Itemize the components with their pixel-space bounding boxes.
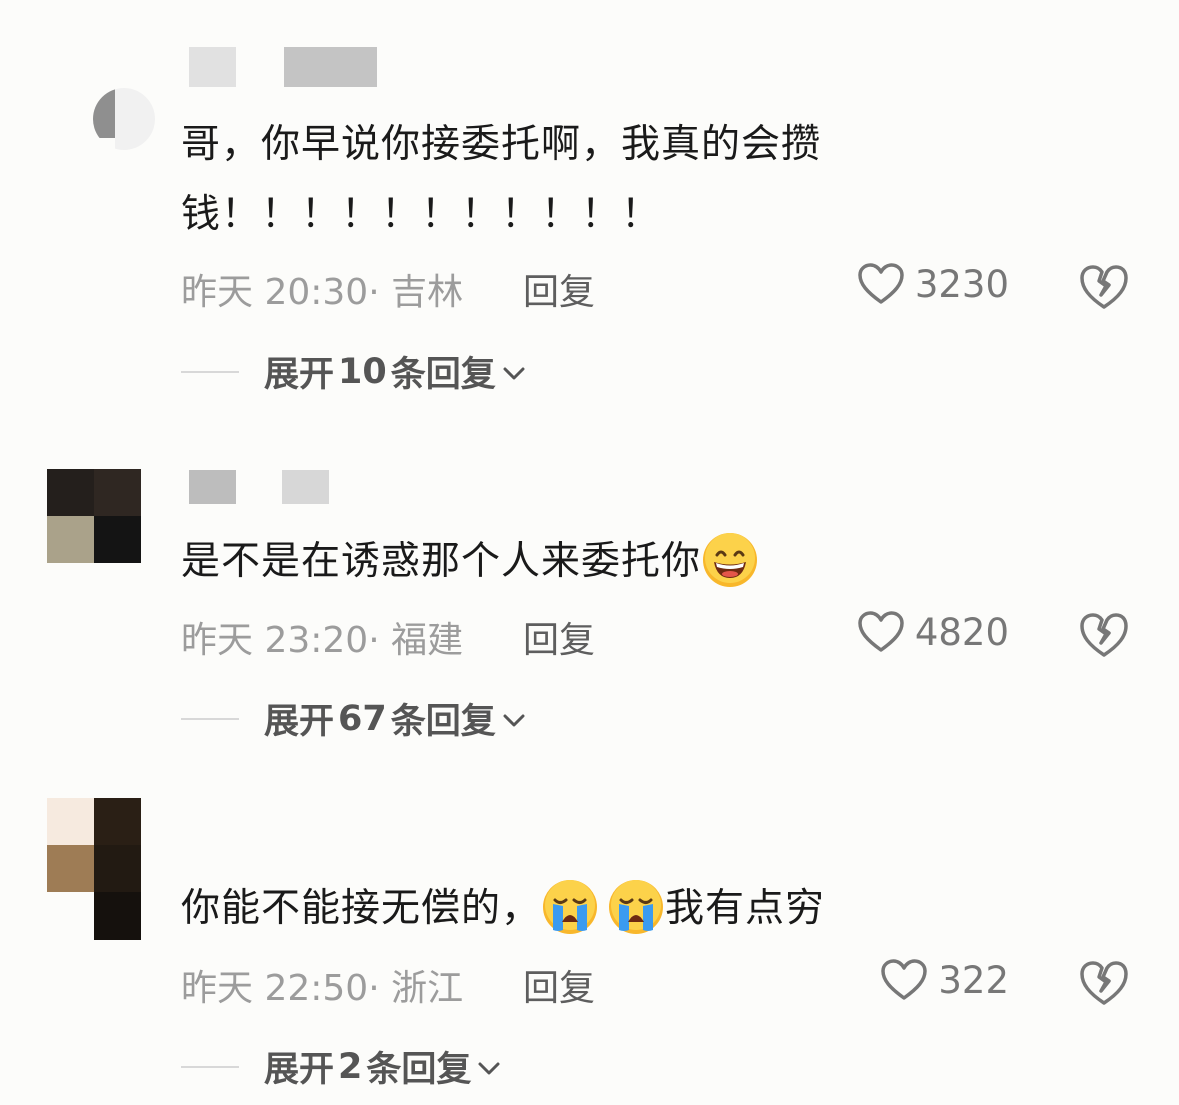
avatar[interactable] (47, 469, 141, 563)
avatar[interactable] (93, 88, 155, 150)
comment-meta: 昨天 23:20· 福建 (181, 620, 464, 661)
loudly-crying-face-emoji (609, 879, 664, 934)
comment-meta: 昨天 22:50· 浙江 (181, 968, 464, 1009)
comment-location: 福建 (391, 620, 464, 661)
comment-text: 你能不能接无偿的， 我有点穷 (181, 874, 901, 944)
expand-replies-button[interactable]: 展开 10 条回复 (181, 346, 526, 397)
like-count: 322 (938, 958, 1009, 1002)
divider-line (181, 370, 239, 373)
comment-time: 昨天 23:20 (181, 620, 369, 661)
chevron-down-icon (478, 1062, 500, 1074)
expand-prefix: 展开 (264, 702, 335, 742)
expand-suffix: 条回复 (390, 355, 496, 395)
expand-count: 10 (338, 351, 387, 392)
loudly-crying-face-emoji (543, 879, 598, 934)
broken-heart-icon[interactable] (1079, 610, 1129, 660)
heart-icon (858, 263, 904, 304)
expand-count: 67 (338, 698, 387, 739)
reply-button[interactable]: 回复 (523, 959, 595, 1011)
comment-location: 浙江 (391, 968, 464, 1009)
comment-text: 是不是在诱惑那个人来委托你 (181, 527, 901, 597)
comment-location: 吉林 (391, 272, 464, 313)
divider-line (181, 717, 239, 720)
chevron-down-icon (503, 714, 525, 726)
reply-button[interactable]: 回复 (523, 263, 595, 315)
comment-time: 昨天 22:50 (181, 968, 369, 1009)
chevron-down-icon (503, 367, 525, 379)
divider-line (181, 1065, 239, 1068)
avatar[interactable] (47, 798, 141, 940)
expand-suffix: 条回复 (390, 702, 496, 742)
broken-heart-icon[interactable] (1079, 958, 1129, 1008)
broken-heart-icon[interactable] (1079, 262, 1129, 312)
expand-replies-button[interactable]: 展开 67 条回复 (181, 693, 526, 744)
comment-time: 昨天 20:30 (181, 272, 369, 313)
heart-icon (858, 611, 904, 652)
comment-meta: 昨天 20:30· 吉林 (181, 272, 464, 313)
like-button[interactable]: 322 (880, 958, 1009, 1002)
like-count: 3230 (914, 262, 1009, 306)
username-blurred[interactable] (189, 47, 377, 87)
expand-count: 2 (338, 1046, 363, 1087)
expand-prefix: 展开 (264, 1050, 335, 1090)
expand-prefix: 展开 (264, 355, 335, 395)
expand-suffix: 条回复 (366, 1050, 472, 1090)
like-count: 4820 (914, 610, 1009, 654)
reply-button[interactable]: 回复 (523, 611, 595, 663)
grinning-face-emoji (703, 532, 758, 587)
expand-replies-button[interactable]: 展开 2 条回复 (181, 1041, 501, 1092)
like-button[interactable]: 4820 (857, 610, 1009, 654)
heart-icon (881, 959, 928, 1000)
like-button[interactable]: 3230 (857, 262, 1009, 306)
username-blurred[interactable] (189, 470, 329, 510)
comment-text: 哥，你早说你接委托啊，我真的会攒钱！！！！！！！！！！！ (181, 122, 822, 237)
